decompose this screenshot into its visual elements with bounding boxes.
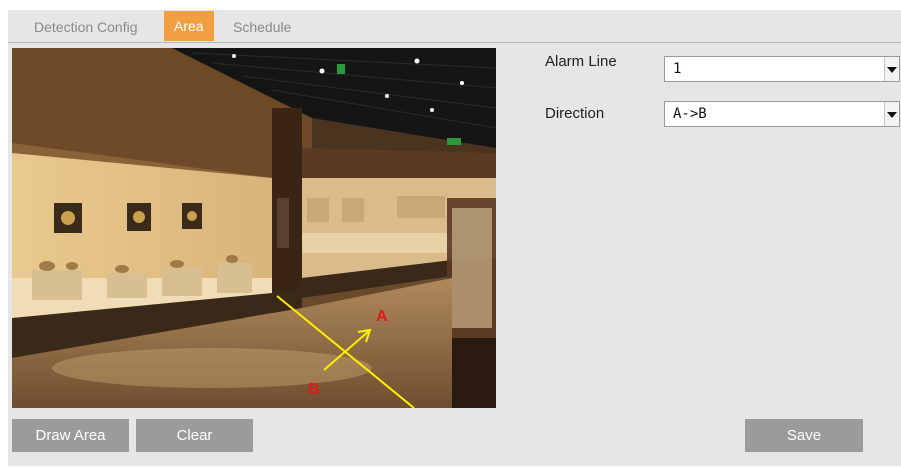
direction-select[interactable]: A->B xyxy=(664,101,900,127)
chevron-down-icon[interactable] xyxy=(884,57,899,81)
alarm-line-value: 1 xyxy=(673,61,682,77)
direction-label: Direction xyxy=(545,105,605,122)
alarm-line-label: Alarm Line xyxy=(545,53,617,70)
direction-value: A->B xyxy=(673,106,707,122)
camera-preview[interactable]: A B xyxy=(12,48,496,408)
museum-scene-image xyxy=(12,48,496,408)
direction-label-a: A xyxy=(376,308,388,325)
chevron-down-icon[interactable] xyxy=(884,102,899,126)
save-button[interactable]: Save xyxy=(745,419,863,452)
tab-schedule[interactable]: Schedule xyxy=(223,13,301,41)
tab-detection-config[interactable]: Detection Config xyxy=(24,13,148,41)
tab-area[interactable]: Area xyxy=(164,11,214,41)
alarm-line-select[interactable]: 1 xyxy=(664,56,900,82)
draw-area-button[interactable]: Draw Area xyxy=(12,419,129,452)
direction-label-b: B xyxy=(308,381,320,398)
clear-button[interactable]: Clear xyxy=(136,419,253,452)
tab-bar: Detection Config Area Schedule xyxy=(8,10,901,43)
